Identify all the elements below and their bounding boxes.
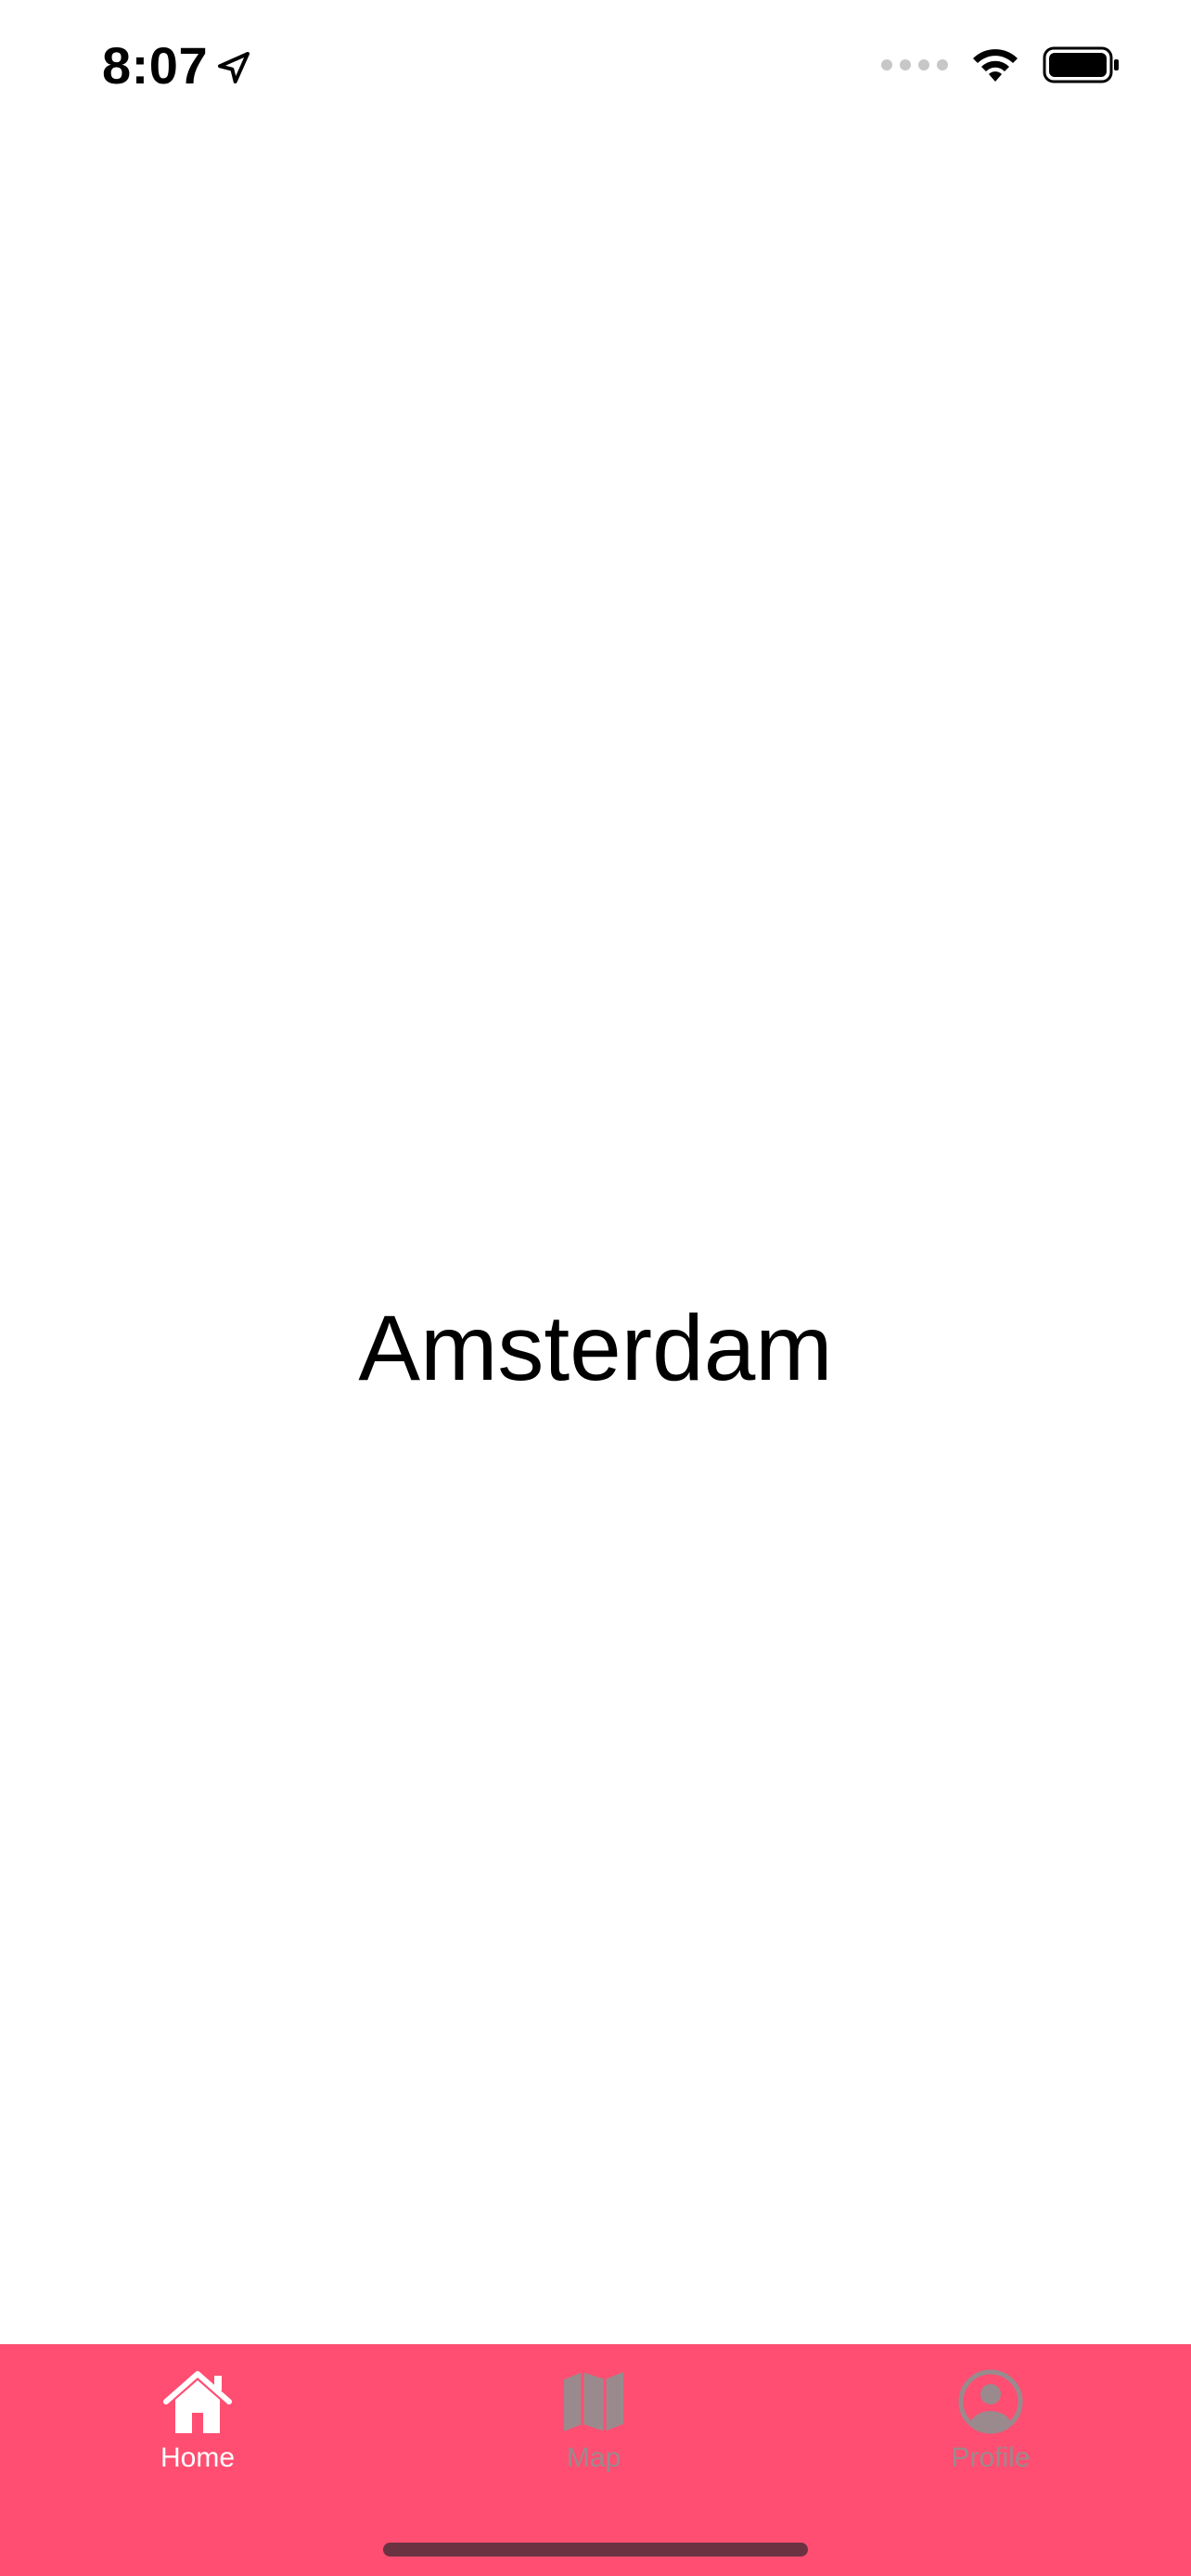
signal-icon (881, 59, 948, 70)
tab-bar: Home Map Profile (0, 2344, 1191, 2576)
map-icon (564, 2372, 623, 2431)
main-content: Amsterdam (0, 139, 1191, 2344)
wifi-icon (973, 49, 1018, 82)
location-arrow-icon (218, 51, 250, 83)
tab-map-label: Map (566, 2442, 621, 2473)
app-screen: 8:07 Amsterdam Home Map Profile (0, 0, 1191, 2576)
profile-icon (958, 2369, 1023, 2434)
city-title: Amsterdam (358, 1295, 833, 1400)
status-icons (881, 45, 1121, 85)
tab-home-label: Home (160, 2442, 236, 2473)
tab-profile-label: Profile (951, 2442, 1031, 2473)
battery-icon (1043, 46, 1119, 83)
tab-home[interactable]: Home (105, 2366, 290, 2474)
tab-profile[interactable]: Profile (898, 2366, 1083, 2474)
time-group: 8:07 (102, 35, 252, 96)
home-indicator[interactable] (383, 2543, 808, 2557)
tab-map[interactable]: Map (501, 2366, 686, 2474)
status-bar: 8:07 (0, 0, 1191, 139)
status-time: 8:07 (102, 36, 209, 95)
home-icon (163, 2371, 232, 2433)
